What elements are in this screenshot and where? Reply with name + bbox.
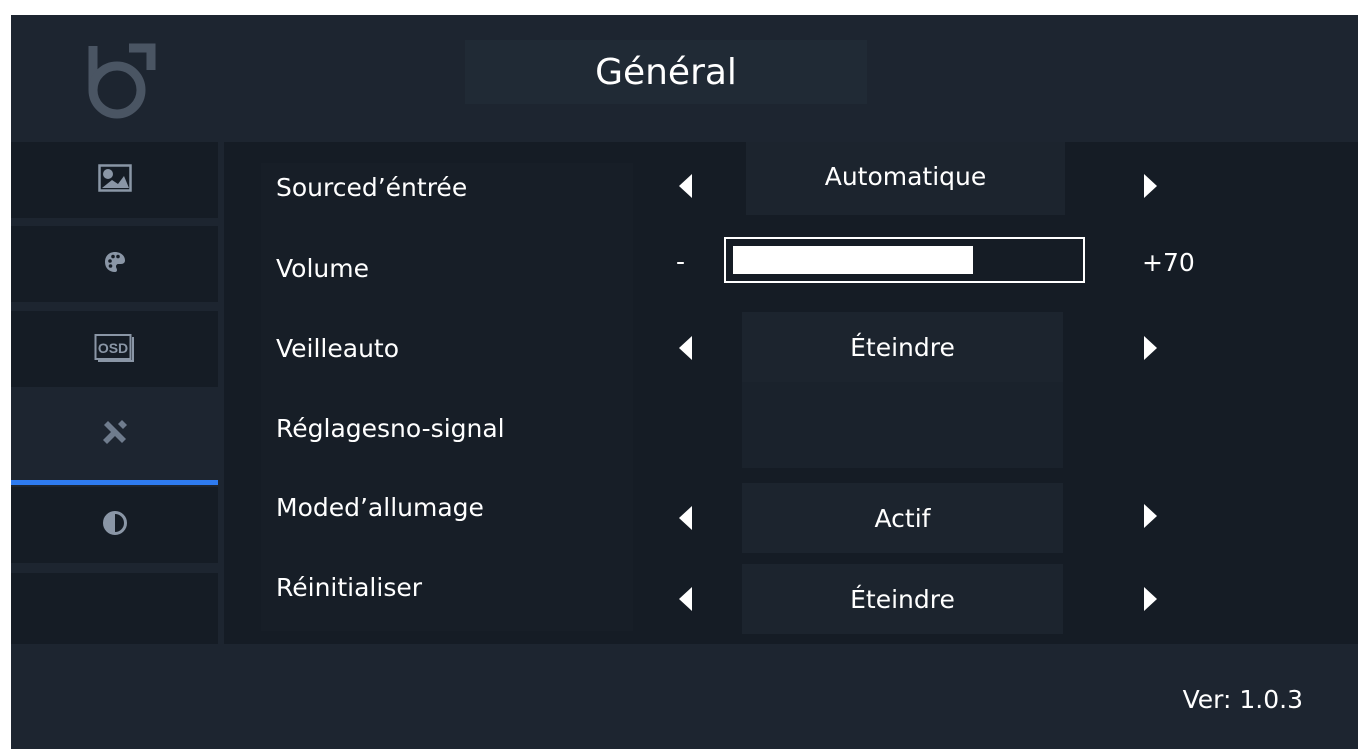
volume-slider-fill	[733, 246, 973, 274]
power-mode-prev-icon[interactable]	[676, 504, 696, 532]
auto-sleep-label: Veilleauto	[276, 334, 400, 363]
sidebar-item-osd[interactable]: OSD	[11, 311, 218, 387]
tools-icon	[100, 417, 130, 451]
volume-slider[interactable]	[724, 237, 1085, 283]
osd-icon: OSD	[94, 332, 136, 366]
auto-sleep-prev-icon[interactable]	[676, 334, 696, 362]
osd-icon-text: OSD	[97, 340, 127, 356]
volume-label: Volume	[276, 254, 369, 283]
input-source-next-icon[interactable]	[1140, 172, 1160, 200]
sidebar-item-picture[interactable]	[11, 142, 218, 218]
palette-icon	[103, 250, 127, 278]
no-signal-value-area	[742, 382, 1063, 468]
reset-next-icon[interactable]	[1140, 585, 1160, 613]
active-tab-indicator	[11, 480, 218, 485]
power-mode-label: Moded’allumage	[276, 493, 484, 522]
version-label: Ver: 1.0.3	[1182, 685, 1303, 714]
input-source-prev-icon[interactable]	[676, 172, 696, 200]
input-source-label: Sourced’éntrée	[276, 173, 468, 202]
input-source-value[interactable]: Automatique	[746, 142, 1065, 215]
sidebar: OSD	[11, 142, 218, 644]
osd-menu: Général OSD Sourced’éntrée Automatique V…	[11, 15, 1358, 749]
labels-column	[261, 163, 633, 631]
sidebar-item-color[interactable]	[11, 226, 218, 302]
power-mode-next-icon[interactable]	[1140, 502, 1160, 530]
picture-icon	[97, 164, 132, 196]
sidebar-item-empty	[11, 573, 218, 644]
auto-sleep-value[interactable]: Éteindre	[742, 312, 1063, 382]
volume-minus[interactable]: -	[676, 247, 685, 276]
reset-label: Réinitialiser	[276, 573, 423, 602]
volume-value: +70	[1142, 248, 1195, 277]
sidebar-item-general[interactable]	[11, 396, 218, 472]
brand-logo	[79, 38, 169, 128]
reset-prev-icon[interactable]	[676, 585, 696, 613]
contrast-icon	[102, 510, 128, 540]
auto-sleep-next-icon[interactable]	[1140, 334, 1160, 362]
footer	[11, 644, 1358, 749]
no-signal-settings-label[interactable]: Réglagesno-signal	[276, 414, 505, 443]
power-mode-value[interactable]: Actif	[742, 483, 1063, 553]
sidebar-item-contrast[interactable]	[11, 487, 218, 563]
page-title-box: Général	[465, 40, 867, 104]
page-title: Général	[595, 51, 737, 93]
reset-value[interactable]: Éteindre	[742, 564, 1063, 634]
